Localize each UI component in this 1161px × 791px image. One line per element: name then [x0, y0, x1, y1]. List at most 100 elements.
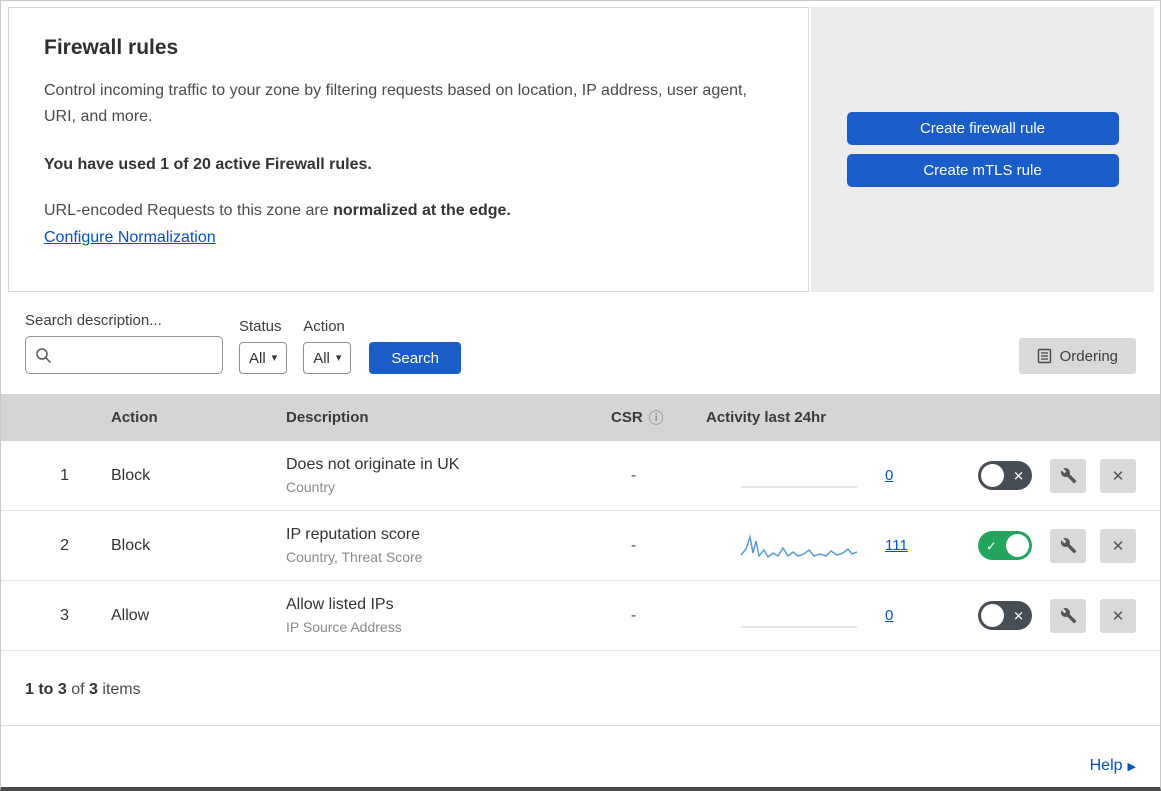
- help-row: Help ▶: [1, 748, 1160, 787]
- normalization-text: URL-encoded Requests to this zone are: [44, 202, 334, 219]
- action-label: Action: [303, 318, 345, 335]
- delete-rule-button[interactable]: ✕: [1100, 458, 1136, 493]
- action-filter-group: Action All ▾: [303, 318, 352, 374]
- rule-action: Block: [111, 536, 151, 554]
- usage-summary: You have used 1 of 20 active Firewall ru…: [44, 156, 372, 173]
- table-row: 1 Block Does not originate in UK Country…: [1, 441, 1160, 511]
- rule-controls: ✓ ✕ ✕: [936, 528, 1160, 563]
- activity-sparkline: [739, 600, 859, 632]
- status-filter-value: All: [249, 349, 266, 367]
- actions-panel: Create firewall rule Create mTLS rule: [811, 7, 1154, 292]
- rule-csr: -: [630, 466, 637, 484]
- pagination-summary: 1 to 3 of 3 items: [1, 651, 1160, 726]
- rule-description-cell: Does not originate in UK Country: [266, 456, 586, 495]
- edit-rule-button[interactable]: [1050, 458, 1086, 493]
- firewall-rules-page: Firewall rules Control incoming traffic …: [0, 0, 1161, 791]
- normalization-note: URL-encoded Requests to this zone are no…: [44, 202, 773, 220]
- items-range: 1 to 3: [25, 681, 67, 698]
- header-csr: CSR ⓘ: [586, 407, 681, 428]
- rule-action: Block: [111, 466, 151, 484]
- rule-action: Allow: [111, 606, 150, 624]
- chevron-down-icon: ▾: [271, 351, 278, 364]
- search-icon: [36, 348, 52, 364]
- page-description: Control incoming traffic to your zone by…: [44, 82, 747, 125]
- help-link[interactable]: Help ▶: [1090, 757, 1136, 774]
- action-filter-value: All: [313, 349, 330, 367]
- rule-fields: Country: [286, 479, 336, 495]
- close-icon: ✕: [1111, 607, 1125, 625]
- rule-enabled-toggle[interactable]: ✓ ✕: [978, 461, 1032, 490]
- activity-count-link[interactable]: 111: [885, 537, 908, 554]
- ordering-button[interactable]: Ordering: [1018, 338, 1136, 374]
- close-icon: ✕: [1111, 467, 1125, 485]
- create-firewall-rule-button[interactable]: Create firewall rule: [846, 112, 1119, 145]
- close-icon: ✕: [1111, 537, 1125, 555]
- action-filter-dropdown[interactable]: All ▾: [303, 342, 352, 374]
- search-input[interactable]: [25, 336, 223, 374]
- rule-csr: -: [630, 606, 637, 624]
- status-filter-group: Status All ▾: [239, 318, 288, 374]
- wrench-icon: [1060, 537, 1076, 554]
- help-label: Help: [1089, 757, 1123, 774]
- activity-sparkline: [739, 530, 859, 562]
- normalization-bold: normalized at the edge.: [333, 202, 511, 219]
- help-arrow-icon: ▶: [1127, 761, 1136, 773]
- rule-activity-cell: 0: [681, 460, 936, 492]
- intro-card: Firewall rules Control incoming traffic …: [8, 7, 809, 292]
- top-section: Firewall rules Control incoming traffic …: [1, 1, 1160, 292]
- items-of: of: [66, 681, 90, 698]
- toggle-knob: [981, 604, 1004, 627]
- delete-rule-button[interactable]: ✕: [1100, 528, 1136, 563]
- items-total: 3: [89, 681, 98, 698]
- rule-csr: -: [630, 536, 637, 554]
- page-title: Firewall rules: [44, 36, 179, 59]
- edit-rule-button[interactable]: [1050, 528, 1086, 563]
- header-description: Description: [286, 409, 369, 426]
- rule-activity-cell: 0: [681, 600, 936, 632]
- edit-rule-button[interactable]: [1050, 598, 1086, 633]
- rule-fields: Country, Threat Score: [286, 549, 423, 565]
- header-csr-label: CSR: [611, 409, 643, 426]
- status-filter-dropdown[interactable]: All ▾: [239, 342, 288, 374]
- rule-description: Allow listed IPs: [286, 596, 394, 613]
- header-activity: Activity last 24hr: [706, 409, 827, 426]
- configure-normalization-link[interactable]: Configure Normalization: [44, 229, 216, 246]
- x-icon: ✕: [1013, 468, 1024, 483]
- ordering-button-label: Ordering: [1059, 347, 1118, 365]
- activity-sparkline: [739, 460, 859, 492]
- rule-priority: 1: [60, 466, 69, 484]
- table-header-row: Action Description CSR ⓘ Activity last 2…: [1, 394, 1160, 441]
- check-icon: ✓: [986, 538, 997, 553]
- table-row: 3 Allow Allow listed IPs IP Source Addre…: [1, 581, 1160, 651]
- activity-count-link[interactable]: 0: [885, 467, 893, 484]
- activity-count-link[interactable]: 0: [885, 607, 893, 624]
- items-word: items: [97, 681, 141, 698]
- rule-enabled-toggle[interactable]: ✓ ✕: [978, 531, 1032, 560]
- search-box: [25, 336, 223, 374]
- chevron-down-icon: ▾: [335, 351, 342, 364]
- filter-bar: Search description... Status All ▾ Actio…: [1, 292, 1160, 394]
- info-icon[interactable]: ⓘ: [649, 407, 664, 428]
- table-row: 2 Block IP reputation score Country, Thr…: [1, 511, 1160, 581]
- rule-activity-cell: 111: [681, 530, 936, 562]
- rule-priority: 3: [60, 606, 69, 624]
- rule-controls: ✓ ✕ ✕: [936, 458, 1160, 493]
- status-label: Status: [239, 318, 282, 335]
- header-action: Action: [111, 409, 158, 426]
- rule-description: Does not originate in UK: [286, 456, 460, 473]
- toggle-knob: [981, 464, 1004, 487]
- x-icon: ✕: [1013, 608, 1024, 623]
- search-label: Search description...: [25, 312, 162, 329]
- wrench-icon: [1060, 607, 1076, 624]
- toggle-knob: [1006, 534, 1029, 557]
- rule-controls: ✓ ✕ ✕: [936, 598, 1160, 633]
- delete-rule-button[interactable]: ✕: [1100, 598, 1136, 633]
- search-button[interactable]: Search: [369, 342, 461, 374]
- rule-fields: IP Source Address: [286, 619, 402, 635]
- create-mtls-rule-button[interactable]: Create mTLS rule: [846, 154, 1119, 187]
- rule-description-cell: Allow listed IPs IP Source Address: [266, 596, 586, 635]
- rule-enabled-toggle[interactable]: ✓ ✕: [978, 601, 1032, 630]
- wrench-icon: [1060, 467, 1076, 484]
- ordering-list-icon: [1037, 348, 1051, 364]
